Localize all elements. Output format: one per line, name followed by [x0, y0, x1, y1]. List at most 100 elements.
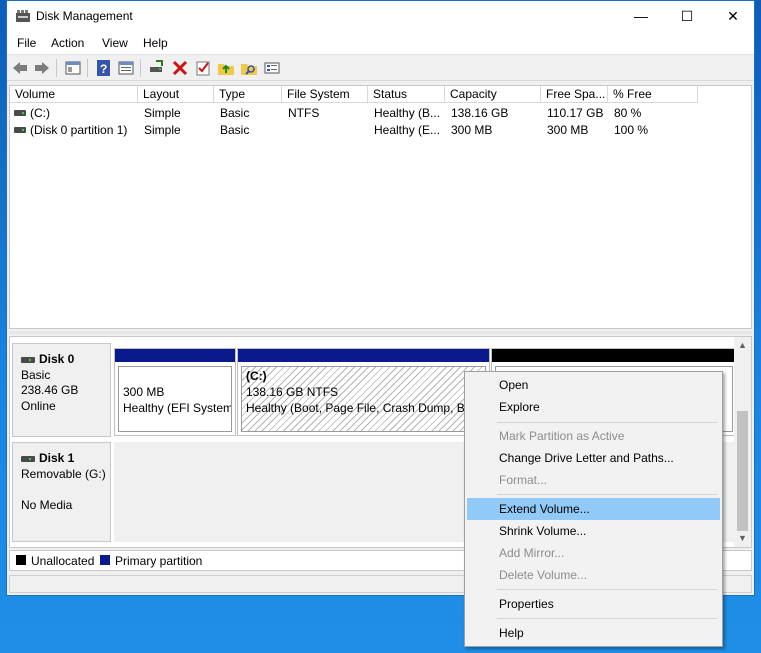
menu-separator	[497, 618, 717, 619]
unallocated-bar	[492, 349, 736, 362]
disk-0-state: Online	[21, 399, 56, 413]
menu-action[interactable]: Action	[51, 36, 84, 50]
menu-item-mark-active[interactable]: Mark Partition as Active	[467, 425, 720, 447]
title-bar[interactable]: Disk Management — ☐ ✕	[7, 1, 754, 32]
primary-partition-bar	[238, 349, 489, 362]
minimize-button[interactable]: —	[618, 1, 664, 32]
menu-item-delete-volume[interactable]: Delete Volume...	[467, 564, 720, 586]
toolbar: ?	[7, 54, 754, 81]
disk-1-label[interactable]: Disk 1 Removable (G:) No Media	[12, 442, 111, 542]
partition-c[interactable]: (C:) 138.16 GB NTFS Healthy (Boot, Page …	[237, 348, 490, 436]
column-header-file-system[interactable]: File System	[282, 86, 368, 103]
partition-size: 300 MB	[123, 385, 165, 399]
disk-0-label[interactable]: Disk 0 Basic 238.46 GB Online	[12, 343, 111, 437]
check-icon[interactable]	[194, 59, 212, 77]
menu-item-help[interactable]: Help	[467, 622, 720, 644]
menu-separator	[497, 589, 717, 590]
disk-0-type: Basic	[21, 368, 51, 382]
folder-up-icon[interactable]	[217, 59, 235, 77]
menu-file[interactable]: File	[17, 36, 36, 50]
back-arrow-icon[interactable]	[11, 59, 29, 77]
menu-item-shrink-volume[interactable]: Shrink Volume...	[467, 520, 720, 542]
maximize-button[interactable]: ☐	[664, 1, 710, 32]
volume-list[interactable]: Volume Layout Type File System Status Ca…	[9, 85, 752, 329]
legend-label-unallocated: Unallocated	[31, 554, 95, 568]
disk-0-size: 238.46 GB	[21, 383, 79, 397]
cell-volume: (Disk 0 partition 1)	[30, 123, 128, 137]
cell-file-system: NTFS	[288, 106, 320, 120]
menu-separator	[497, 494, 717, 495]
cell-free-space: 300 MB	[547, 123, 589, 137]
disk-1-state: No Media	[21, 498, 73, 512]
cell-capacity: 138.16 GB	[451, 106, 509, 120]
column-header-capacity[interactable]: Capacity	[445, 86, 541, 103]
svg-text:?: ?	[100, 62, 107, 76]
toolbar-separator	[87, 59, 88, 77]
menu-item-add-mirror[interactable]: Add Mirror...	[467, 542, 720, 564]
toolbar-separator	[140, 59, 141, 77]
list-view-icon[interactable]	[263, 59, 281, 77]
pane-splitter[interactable]	[9, 331, 752, 334]
scroll-up-icon[interactable]: ▲	[734, 337, 751, 354]
vertical-scrollbar[interactable]: ▲ ▼	[734, 337, 751, 547]
partition-status: Healthy (Boot, Page File, Crash Dump, Ba…	[246, 401, 478, 415]
column-header-type[interactable]: Type	[214, 86, 282, 103]
menu-bar: File Action View Help	[7, 32, 754, 54]
properties-icon[interactable]	[117, 59, 135, 77]
menu-item-extend-volume[interactable]: Extend Volume...	[467, 498, 720, 520]
forward-arrow-icon[interactable]	[33, 59, 51, 77]
partition-body-selected: (C:) 138.16 GB NTFS Healthy (Boot, Page …	[241, 366, 486, 432]
partition-size: 138.16 GB NTFS	[246, 385, 339, 399]
connect-drive-icon[interactable]	[148, 59, 166, 77]
cell-type: Basic	[220, 123, 250, 137]
cell-status: Healthy (B...	[374, 106, 441, 120]
disk-icon	[21, 357, 35, 363]
legend-label-primary: Primary partition	[115, 554, 203, 568]
close-button[interactable]: ✕	[710, 1, 756, 32]
menu-item-open[interactable]: Open	[467, 374, 720, 396]
console-tree-icon[interactable]	[64, 59, 82, 77]
scroll-down-icon[interactable]: ▼	[734, 530, 751, 547]
drive-icon	[14, 110, 26, 116]
column-header-free-space[interactable]: Free Spa...	[541, 86, 608, 103]
delete-icon[interactable]	[171, 59, 189, 77]
menu-item-properties[interactable]: Properties	[467, 593, 720, 615]
cell-type: Basic	[220, 106, 250, 120]
menu-item-change-drive-letter[interactable]: Change Drive Letter and Paths...	[467, 447, 720, 469]
context-menu: Open Explore Mark Partition as Active Ch…	[464, 371, 723, 647]
menu-view[interactable]: View	[102, 36, 128, 50]
disk-icon	[21, 456, 35, 462]
column-header-percent-free[interactable]: % Free	[608, 86, 698, 103]
cell-status: Healthy (E...	[374, 123, 441, 137]
cell-percent-free: 80 %	[614, 106, 642, 120]
help-icon[interactable]: ?	[95, 59, 113, 77]
cell-layout: Simple	[144, 123, 181, 137]
partition-body: 300 MB Healthy (EFI System	[118, 366, 232, 432]
column-header-volume[interactable]: Volume	[10, 86, 138, 103]
cell-free-space: 110.17 GB	[547, 106, 604, 120]
menu-help[interactable]: Help	[143, 36, 168, 50]
column-header-status[interactable]: Status	[368, 86, 445, 103]
folder-search-icon[interactable]	[240, 59, 258, 77]
menu-separator	[497, 422, 717, 423]
menu-item-explore[interactable]: Explore	[467, 396, 720, 418]
legend-swatch-unallocated	[16, 555, 26, 565]
toolbar-separator	[56, 59, 57, 77]
menu-item-format[interactable]: Format...	[467, 469, 720, 491]
partition-efi[interactable]: 300 MB Healthy (EFI System	[114, 348, 236, 436]
legend-swatch-primary	[100, 555, 110, 565]
drive-icon	[14, 127, 26, 133]
column-header-layout[interactable]: Layout	[138, 86, 214, 103]
cell-percent-free: 100 %	[614, 123, 649, 137]
partition-label: (C:)	[246, 369, 267, 383]
disk-1-name: Disk 1	[39, 451, 75, 465]
primary-partition-bar	[115, 349, 235, 362]
partition-status: Healthy (EFI System	[123, 401, 232, 415]
disk-1-type: Removable (G:)	[21, 467, 106, 481]
cell-volume: (C:)	[30, 106, 50, 120]
cell-capacity: 300 MB	[451, 123, 493, 137]
scrollbar-thumb[interactable]	[737, 411, 748, 531]
disk-0-name: Disk 0	[39, 352, 75, 366]
disk-management-app-icon	[16, 10, 30, 22]
cell-layout: Simple	[144, 106, 181, 120]
